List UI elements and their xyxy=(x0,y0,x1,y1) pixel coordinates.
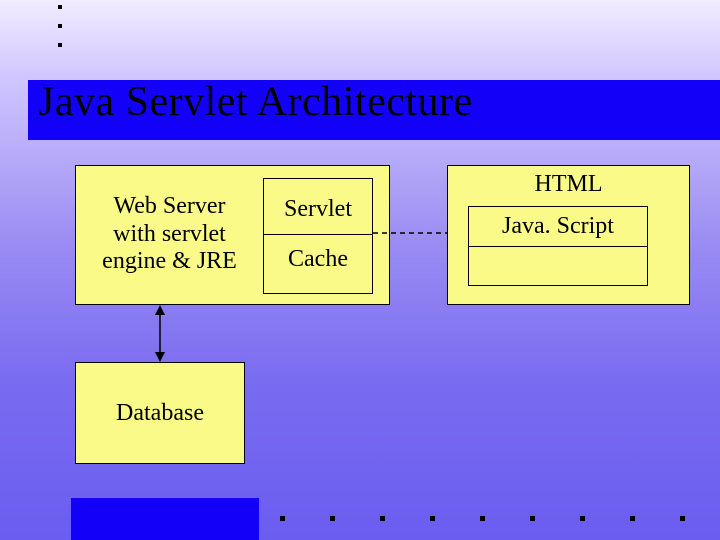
database-label: Database xyxy=(75,400,245,427)
slide-title: Java Servlet Architecture xyxy=(38,78,473,126)
connector-servlet-to-html xyxy=(373,231,447,235)
slide: Java Servlet Architecture Web Server wit… xyxy=(0,0,720,540)
javascript-divider xyxy=(469,246,647,247)
cache-label: Cache xyxy=(263,246,373,273)
web-server-label: Web Server with servlet engine & JRE xyxy=(92,193,247,276)
servlet-label: Servlet xyxy=(263,196,373,223)
javascript-label: Java. Script xyxy=(468,213,648,240)
decorative-bullets-top xyxy=(58,5,62,62)
decorative-bottom-bar xyxy=(71,498,259,540)
decorative-bullets-bottom xyxy=(280,516,685,521)
connector-server-to-database xyxy=(150,305,170,362)
servlet-cache-divider xyxy=(264,234,372,235)
html-label: HTML xyxy=(447,171,690,198)
